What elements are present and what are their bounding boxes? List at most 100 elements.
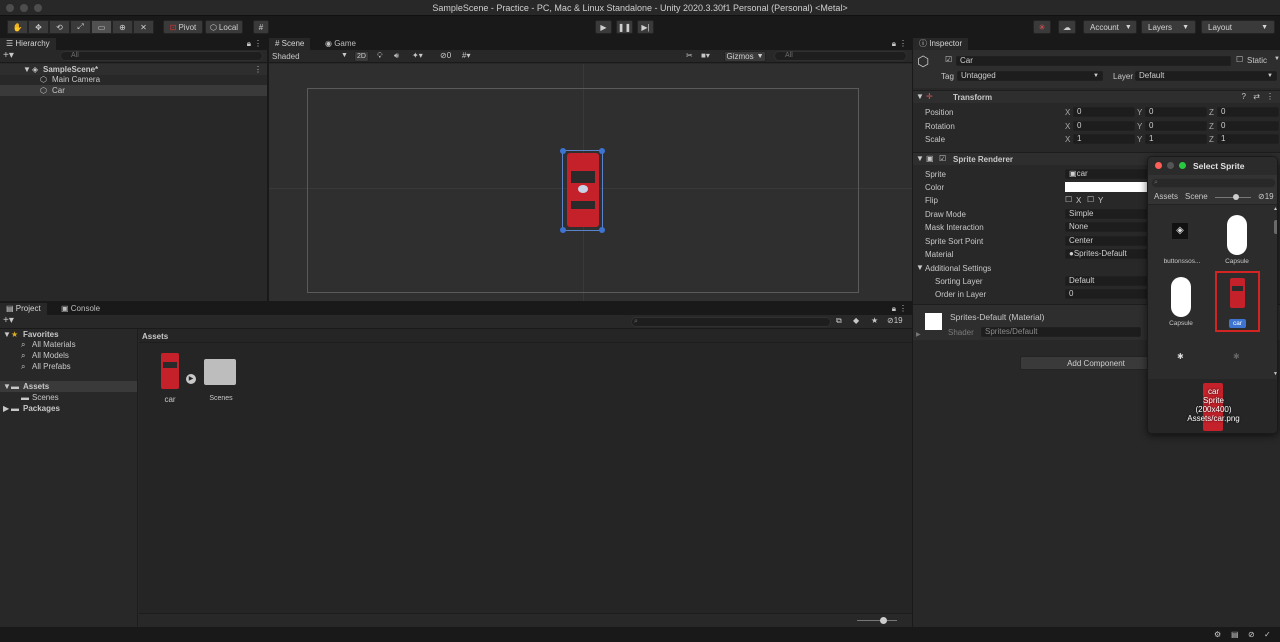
more-options-icon[interactable]: ⋮ xyxy=(899,304,907,313)
axis-label-y[interactable]: Y xyxy=(1137,135,1142,144)
pause-button[interactable]: ❚❚ xyxy=(616,20,633,34)
sprite-item[interactable]: Capsule xyxy=(1154,277,1208,331)
mask-interaction-dropdown[interactable]: None xyxy=(1065,222,1155,232)
camera-icon[interactable]: ■▾ xyxy=(701,51,710,60)
hidden-packages-icon[interactable]: ⊘19 xyxy=(887,316,903,325)
more-options-icon[interactable]: ⋮ xyxy=(254,39,262,48)
transform-scale-z-field[interactable]: 1 xyxy=(1217,134,1279,144)
tab-game[interactable]: ◉ Game xyxy=(319,38,362,50)
search-by-label-icon[interactable]: ◆ xyxy=(853,316,859,325)
hierarchy-item-main-camera[interactable]: ⬡ Main Camera xyxy=(0,74,267,85)
transform-scale-y-field[interactable]: 1 xyxy=(1145,134,1207,144)
layer-dropdown[interactable]: Default ▼ xyxy=(1135,71,1277,81)
axis-label-x[interactable]: X xyxy=(1065,108,1070,117)
packages-folder-row[interactable]: ▶ ▬ Packages xyxy=(0,403,137,414)
audio-icon[interactable]: 🔊︎ xyxy=(394,51,399,61)
scroll-down-arrow[interactable]: ▼ xyxy=(1273,371,1277,377)
enabled-checkbox[interactable]: ☑ xyxy=(939,154,946,163)
hand-tool-icon[interactable]: ✋ xyxy=(7,20,28,34)
layers-dropdown[interactable]: Layers ▼ xyxy=(1141,20,1196,34)
favorite-star-icon[interactable]: ★ xyxy=(871,316,878,325)
debug-mode-icon[interactable]: ⊘ xyxy=(1248,630,1255,639)
collab-button[interactable]: ✳ xyxy=(1033,20,1051,34)
lock-icon[interactable]: 🔒︎ xyxy=(892,39,896,49)
tab-assets[interactable]: Assets xyxy=(1154,192,1178,201)
transform-position-z-field[interactable]: 0 xyxy=(1217,107,1279,117)
search-by-type-icon[interactable]: ⧉ xyxy=(836,316,842,326)
tab-scene[interactable]: Scene xyxy=(1185,192,1208,201)
lock-icon[interactable]: 🔒︎ xyxy=(247,39,251,49)
effects-icon[interactable]: ✦▾ xyxy=(412,51,423,60)
tab-hierarchy[interactable]: ☰ Hierarchy xyxy=(0,38,56,50)
transform-scale-x-field[interactable]: 1 xyxy=(1073,134,1135,144)
grid-snap-button[interactable]: # xyxy=(253,20,269,34)
more-options-icon[interactable]: ⋮ xyxy=(1266,92,1274,101)
active-checkbox[interactable]: ☑ xyxy=(945,55,952,64)
tools-icon[interactable]: ✂ xyxy=(686,51,693,60)
scene-search-input[interactable]: All xyxy=(774,51,907,61)
transform-rotation-y-field[interactable]: 0 xyxy=(1145,120,1207,131)
move-tool-icon[interactable]: ✥ xyxy=(28,20,49,34)
axis-label-x[interactable]: X xyxy=(1065,135,1070,144)
asset-scenes-folder[interactable]: Scenes xyxy=(203,359,239,403)
lighting-icon[interactable]: 💡︎ xyxy=(377,51,383,61)
resize-handle[interactable] xyxy=(560,148,566,154)
assets-folder-row[interactable]: ▼ ▬ Assets xyxy=(0,381,137,392)
scrollbar-thumb[interactable] xyxy=(1274,220,1277,234)
shading-mode-dropdown[interactable]: Shaded xyxy=(272,52,300,61)
mode-2d-toggle[interactable]: 2D xyxy=(354,51,369,62)
pivot-toggle[interactable]: ⊡ Pivot xyxy=(163,20,203,34)
progress-check-icon[interactable]: ✓ xyxy=(1264,630,1271,639)
scenes-folder-row[interactable]: ▬ Scenes xyxy=(0,392,137,403)
transform-tool-icon[interactable]: ⊕ xyxy=(112,20,133,34)
tab-project[interactable]: ▤ Project xyxy=(0,303,47,315)
custom-tool-icon[interactable]: ✕ xyxy=(133,20,154,34)
resize-handle[interactable] xyxy=(599,227,605,233)
axis-label-z[interactable]: Z xyxy=(1209,122,1214,131)
step-button[interactable]: ▶| xyxy=(637,20,654,34)
close-window-button[interactable] xyxy=(1155,162,1162,169)
more-options-icon[interactable]: ⋮ xyxy=(899,39,907,48)
draw-mode-dropdown[interactable]: Simple xyxy=(1065,209,1155,219)
grid-visibility-icon[interactable]: #▾ xyxy=(462,51,470,60)
favorite-item[interactable]: ⌕ All Materials xyxy=(0,339,137,350)
sprite-item-selected[interactable]: car xyxy=(1215,271,1260,332)
hierarchy-search-input[interactable]: All xyxy=(60,51,263,61)
add-object-button[interactable]: +▾ xyxy=(3,50,14,61)
expand-subassets-icon[interactable]: ▶ xyxy=(186,374,196,384)
preset-icon[interactable]: ⇄ xyxy=(1253,92,1260,101)
flip-x-checkbox[interactable]: ☐ xyxy=(1065,195,1072,204)
resize-handle[interactable] xyxy=(599,148,605,154)
local-toggle[interactable]: ⬡ Local xyxy=(205,20,243,34)
zoom-slider[interactable] xyxy=(857,620,897,621)
resize-handle[interactable] xyxy=(560,227,566,233)
order-in-layer-field[interactable]: 0 xyxy=(1065,289,1155,299)
shader-dropdown[interactable]: Sprites/Default xyxy=(981,327,1141,337)
create-asset-button[interactable]: +▾ xyxy=(3,315,14,326)
layout-dropdown[interactable]: Layout ▼ xyxy=(1201,20,1275,34)
sprite-item[interactable]: ◈ buttonssos... xyxy=(1154,215,1208,269)
transform-position-y-field[interactable]: 0 xyxy=(1145,107,1207,117)
favorite-item[interactable]: ⌕ All Prefabs xyxy=(0,361,137,372)
expand-arrow-icon[interactable]: ▼ xyxy=(916,92,924,101)
cache-server-icon[interactable]: ▤ xyxy=(1231,630,1239,639)
car-sprite-selection[interactable] xyxy=(560,148,605,233)
object-name-field[interactable]: Car xyxy=(956,56,1231,66)
zoom-slider-thumb[interactable] xyxy=(880,617,887,624)
favorite-item[interactable]: ⌕ All Models xyxy=(0,350,137,361)
chevron-down-icon[interactable]: ▼ xyxy=(1274,56,1280,62)
project-search-input[interactable]: ⌕ xyxy=(631,317,831,327)
rotate-tool-icon[interactable]: ⟲ xyxy=(49,20,70,34)
expand-arrow-icon[interactable]: ▶ xyxy=(3,403,9,414)
axis-label-y[interactable]: Y xyxy=(1137,108,1142,117)
sorting-layer-dropdown[interactable]: Default xyxy=(1065,276,1155,286)
axis-label-y[interactable]: Y xyxy=(1137,122,1142,131)
rect-tool-icon[interactable]: ▭ xyxy=(91,20,112,34)
icon-size-slider-thumb[interactable] xyxy=(1233,194,1239,200)
play-button[interactable]: ▶ xyxy=(595,20,612,34)
scroll-up-arrow[interactable]: ▲ xyxy=(1273,206,1277,212)
scene-viewport[interactable] xyxy=(269,64,912,301)
sprite-field[interactable]: ▣car xyxy=(1065,169,1155,179)
hidden-packages-icon[interactable]: ⊘19 xyxy=(1258,192,1274,201)
gizmos-dropdown[interactable]: Gizmos ▼ xyxy=(724,51,766,62)
